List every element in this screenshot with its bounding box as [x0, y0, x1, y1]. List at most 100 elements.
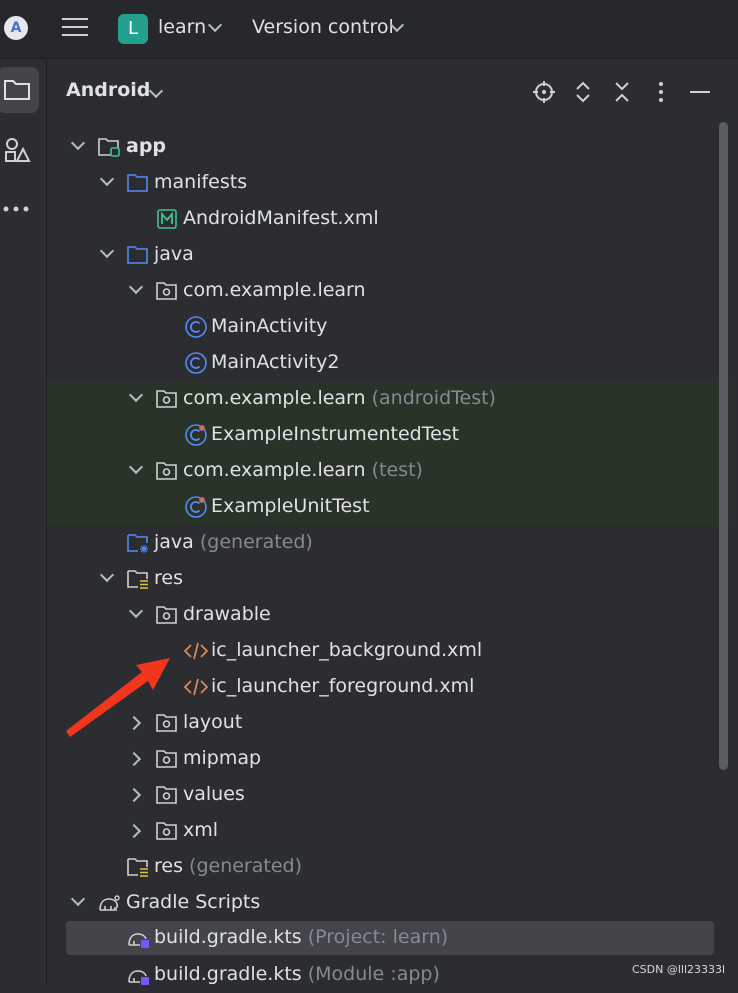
gradle-kts-icon — [128, 970, 149, 985]
package-icon — [156, 390, 177, 408]
xml-file-icon — [184, 678, 208, 696]
tree-node-android-manifest[interactable]: AndroidManifest.xml — [47, 201, 730, 237]
chevron-right-icon[interactable] — [126, 823, 142, 839]
tree-node-java-generated[interactable]: java (generated) — [47, 525, 730, 561]
project-badge[interactable]: L — [118, 14, 148, 44]
tree-node-ic-launcher-foreground[interactable]: ic_launcher_foreground.xml — [47, 669, 730, 705]
tree-label: build.gradle.kts — [154, 926, 302, 948]
tree-label: ExampleInstrumentedTest — [211, 423, 460, 445]
chevron-down-icon[interactable] — [70, 135, 86, 151]
tree-node-manifests[interactable]: manifests — [47, 165, 730, 201]
chevron-down-icon[interactable] — [99, 243, 115, 259]
project-tool-button[interactable] — [0, 67, 39, 113]
resource-manager-icon[interactable] — [3, 136, 31, 164]
tree-label: xml — [183, 819, 219, 841]
tree-label: ic_launcher_foreground.xml — [211, 675, 475, 697]
tree-node-java[interactable]: java — [47, 237, 730, 273]
folder-icon — [4, 80, 30, 100]
gradle-kts-icon — [128, 933, 149, 948]
vertical-scrollbar[interactable] — [719, 122, 728, 770]
project-name-dropdown[interactable]: learn — [158, 16, 206, 38]
more-vertical-icon[interactable] — [649, 80, 673, 104]
chevron-down-icon[interactable] — [128, 603, 144, 619]
module-folder-icon — [98, 138, 120, 157]
project-view-selector[interactable]: Android — [66, 79, 150, 101]
tree-node-app[interactable]: app — [47, 129, 730, 165]
package-icon — [156, 822, 177, 840]
tree-node-gradle-scripts[interactable]: Gradle Scripts — [47, 885, 730, 921]
test-class-icon — [185, 424, 207, 446]
tree-node-mipmap[interactable]: mipmap — [47, 741, 730, 777]
chevron-down-icon[interactable] — [128, 459, 144, 475]
tree-label: Gradle Scripts — [126, 891, 261, 913]
class-icon — [185, 352, 207, 374]
chevron-right-icon[interactable] — [126, 715, 142, 731]
tree-node-layout[interactable]: layout — [47, 705, 730, 741]
generated-folder-icon — [127, 534, 148, 553]
package-icon — [156, 714, 177, 732]
locate-icon[interactable] — [532, 80, 556, 104]
main-toolbar: L learn Version control — [0, 0, 738, 59]
chevron-down-icon[interactable] — [207, 17, 223, 33]
package-icon — [156, 282, 177, 300]
chevron-down-icon[interactable] — [99, 171, 115, 187]
class-icon — [185, 316, 207, 338]
tree-node-ic-launcher-background[interactable]: ic_launcher_background.xml — [47, 633, 730, 669]
chevron-down-icon[interactable] — [70, 891, 86, 907]
tree-node-instrumented-test[interactable]: ExampleInstrumentedTest — [47, 417, 730, 453]
minimize-icon[interactable] — [688, 80, 712, 104]
tree-label-hint: (Project: learn) — [307, 926, 449, 948]
package-icon — [156, 786, 177, 804]
tree-node-build-gradle-module[interactable]: build.gradle.kts (Module :app) — [47, 957, 730, 993]
chevron-down-icon[interactable] — [128, 279, 144, 295]
tree-label: build.gradle.kts — [154, 963, 302, 985]
tree-node-build-gradle-project[interactable]: build.gradle.kts (Project: learn) — [66, 921, 714, 955]
tool-window-bar — [0, 59, 47, 984]
test-class-icon — [185, 496, 207, 518]
tree-label-hint: (Module :app) — [307, 963, 440, 985]
tree-label: layout — [183, 711, 243, 733]
tree-node-package-test[interactable]: com.example.learn (test) — [47, 453, 730, 489]
tree-label: app — [126, 135, 167, 157]
package-icon — [156, 462, 177, 480]
tree-label: drawable — [183, 603, 271, 625]
main-menu-icon[interactable] — [62, 16, 88, 38]
tree-label: values — [183, 783, 245, 805]
tree-label: com.example.learn — [183, 387, 366, 409]
tree-node-res-generated[interactable]: res (generated) — [47, 849, 730, 885]
tree-node-res[interactable]: res — [47, 561, 730, 597]
chevron-right-icon[interactable] — [126, 751, 142, 767]
tree-node-unit-test[interactable]: ExampleUnitTest — [47, 489, 730, 525]
tree-node-values[interactable]: values — [47, 777, 730, 813]
tree-node-main-activity2[interactable]: MainActivity2 — [47, 345, 730, 381]
folder-icon — [127, 174, 148, 192]
more-tools-icon[interactable] — [2, 205, 32, 213]
chevron-right-icon[interactable] — [126, 787, 142, 803]
collapse-all-icon[interactable] — [610, 80, 634, 104]
tree-node-main-activity[interactable]: MainActivity — [47, 309, 730, 345]
tree-label: java — [154, 531, 194, 553]
folder-icon — [127, 246, 148, 264]
chevron-down-icon[interactable] — [99, 567, 115, 583]
tree-label: manifests — [154, 171, 248, 193]
chevron-down-icon[interactable] — [128, 387, 144, 403]
tree-label-hint: (generated) — [199, 531, 313, 553]
tree-label: res — [154, 855, 183, 877]
tree-node-package-main[interactable]: com.example.learn — [47, 273, 730, 309]
tree-node-xml[interactable]: xml — [47, 813, 730, 849]
version-control-dropdown[interactable]: Version control — [252, 16, 394, 38]
tree-label-hint: (generated) — [189, 855, 302, 877]
chevron-down-icon[interactable] — [148, 83, 164, 99]
tree-label: ExampleUnitTest — [211, 495, 370, 517]
tree-label: com.example.learn — [183, 459, 366, 481]
tree-label: ic_launcher_background.xml — [211, 639, 483, 661]
tree-node-package-android-test[interactable]: com.example.learn (androidTest) — [47, 381, 730, 417]
expand-all-icon[interactable] — [571, 80, 595, 104]
tree-node-drawable[interactable]: drawable — [47, 597, 730, 633]
tree-label: com.example.learn — [183, 279, 366, 301]
resource-folder-icon — [127, 858, 148, 877]
tree-label: MainActivity2 — [211, 351, 340, 373]
resource-folder-icon — [127, 570, 148, 589]
manifest-file-icon — [157, 209, 177, 229]
tree-label: MainActivity — [211, 315, 328, 337]
